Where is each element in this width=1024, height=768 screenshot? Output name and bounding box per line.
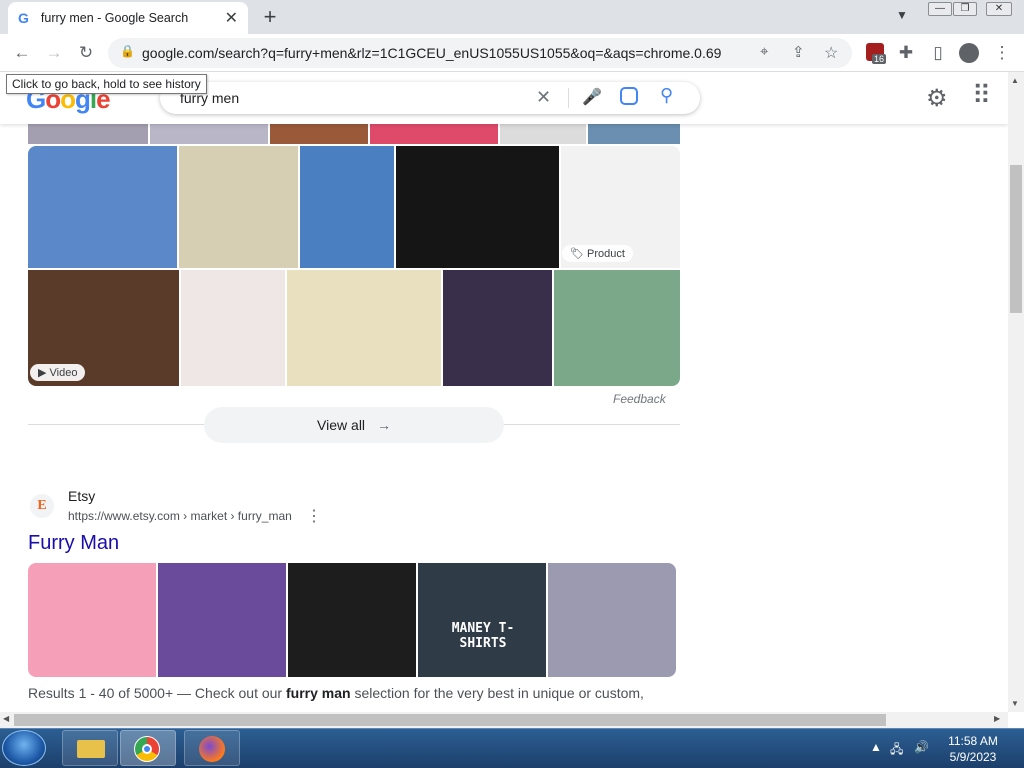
search-icon[interactable]: ⚲ — [660, 85, 673, 106]
image-result-tile[interactable] — [554, 270, 680, 386]
view-all-label: View all — [317, 417, 366, 433]
apps-grid-icon[interactable]: ⠿ — [972, 82, 991, 108]
image-caption-badge: 🏷 Product — [562, 245, 633, 262]
google-favicon-icon: G — [18, 10, 29, 26]
extensions-puzzle-icon[interactable]: ✚ — [894, 41, 918, 65]
back-tooltip: Click to go back, hold to see history — [6, 74, 207, 94]
scroll-right-arrow-icon[interactable]: ▶ — [994, 714, 1000, 723]
image-result-tile[interactable] — [270, 124, 368, 144]
image-result-tile[interactable] — [370, 124, 498, 144]
tag-icon: 🏷 — [570, 248, 588, 260]
result-image-tile[interactable] — [28, 563, 156, 677]
reload-icon[interactable]: ↻ — [74, 41, 98, 65]
chrome-icon — [134, 736, 160, 762]
file-explorer-taskbar-icon[interactable] — [62, 730, 118, 766]
minimize-button[interactable]: — — [928, 2, 952, 16]
arrow-right-icon: → — [376, 417, 391, 433]
horizontal-scroll-thumb[interactable] — [14, 714, 886, 726]
image-result-tile[interactable] — [150, 124, 268, 144]
feedback-link[interactable]: Feedback — [613, 392, 666, 406]
new-tab-button[interactable]: + — [258, 4, 282, 30]
tab-strip: G furry men - Google Search ✕ + ▼ — ❐ ✕ — [0, 0, 1024, 34]
divider — [568, 88, 569, 108]
firefox-icon — [199, 736, 225, 762]
voice-search-icon[interactable]: 🎤 — [582, 87, 602, 107]
page-content: Google furry men ✕ 🎤 ⚲ ⚙ ⠿ 🏷 Product ▶ Vi… — [0, 72, 1008, 712]
result-site-url[interactable]: https://www.etsy.com › market › furry_ma… — [68, 509, 292, 523]
image-result-tile[interactable] — [300, 146, 394, 268]
scroll-up-arrow-icon[interactable]: ▲ — [1011, 76, 1019, 85]
image-result-tile[interactable] — [287, 270, 441, 386]
settings-gear-icon[interactable]: ⚙ — [926, 84, 948, 113]
network-icon[interactable]: 🖧 — [890, 740, 903, 761]
snippet-prefix: Results 1 - 40 of 5000+ — Check out our — [28, 685, 286, 701]
caption-label: Product — [587, 248, 625, 260]
extension-badge: 16 — [872, 54, 887, 64]
vertical-scroll-thumb[interactable] — [1010, 165, 1022, 313]
tshirt-image-text: MANEY T-SHIRTS — [451, 621, 515, 651]
result-menu-icon[interactable]: ⋮ — [306, 506, 322, 526]
image-caption-badge: ▶ Video — [30, 364, 86, 381]
show-hidden-icons-icon[interactable]: ▲ — [870, 740, 882, 754]
firefox-taskbar-icon[interactable] — [184, 730, 240, 766]
image-result-tile[interactable] — [443, 270, 552, 386]
bookmark-star-icon[interactable]: ☆ — [824, 43, 838, 63]
close-window-button[interactable]: ✕ — [986, 2, 1012, 16]
address-bar[interactable]: 🔒 google.com/search?q=furry+men&rlz=1C1G… — [108, 38, 852, 68]
result-title-link[interactable]: Furry Man — [28, 532, 119, 555]
image-result-tile[interactable] — [28, 146, 177, 268]
image-result-tile[interactable] — [500, 124, 586, 144]
result-snippet: Results 1 - 40 of 5000+ — Check out our … — [28, 685, 688, 701]
result-image-tile[interactable] — [288, 563, 416, 677]
image-result-tile[interactable] — [179, 146, 298, 268]
location-icon[interactable]: ⌖ — [760, 43, 768, 60]
result-image-tile[interactable] — [158, 563, 286, 677]
back-arrow-icon[interactable]: ← — [10, 41, 34, 65]
image-result-tile[interactable] — [28, 124, 148, 144]
caption-label: Video — [49, 367, 78, 379]
snippet-suffix: selection for the very best in unique or… — [350, 685, 644, 701]
url-text[interactable]: google.com/search?q=furry+men&rlz=1C1GCE… — [142, 45, 722, 61]
clock-date: 5/9/2023 — [949, 750, 997, 764]
share-icon[interactable]: ⇪ — [792, 43, 805, 61]
scroll-left-arrow-icon[interactable]: ◀ — [3, 714, 9, 723]
play-icon: ▶ — [38, 367, 50, 379]
scroll-down-arrow-icon[interactable]: ▼ — [1011, 699, 1019, 708]
image-result-tile[interactable] — [588, 124, 680, 144]
restore-button[interactable]: ❐ — [953, 2, 977, 16]
forward-arrow-icon[interactable]: → — [42, 41, 66, 65]
lens-camera-icon[interactable] — [620, 87, 638, 105]
folder-icon — [77, 740, 105, 758]
start-button[interactable] — [2, 730, 46, 766]
clear-search-icon[interactable]: ✕ — [536, 87, 551, 108]
result-image-tile[interactable]: MANEY T-SHIRTS — [418, 563, 546, 677]
lock-icon[interactable]: 🔒 — [120, 44, 135, 58]
close-tab-icon[interactable]: ✕ — [225, 8, 238, 28]
browser-tab[interactable]: G furry men - Google Search ✕ — [8, 2, 248, 34]
snippet-bold: furry man — [285, 685, 351, 701]
tab-title: furry men - Google Search — [40, 11, 189, 25]
chrome-taskbar-icon[interactable] — [120, 730, 176, 766]
etsy-site-icon[interactable]: E — [30, 494, 54, 518]
volume-icon[interactable]: 🔊 — [914, 740, 929, 754]
clock-time: 11:58 AM — [948, 734, 998, 748]
result-image-tile[interactable] — [548, 563, 676, 677]
image-result-tile[interactable] — [396, 146, 559, 268]
taskbar-clock[interactable]: 11:58 AM 5/9/2023 — [940, 733, 1006, 765]
side-panel-icon[interactable]: ▯ — [926, 41, 950, 65]
menu-kebab-icon[interactable]: ⋮ — [990, 41, 1014, 65]
browser-toolbar: ← → ↻ 🔒 google.com/search?q=furry+men&rl… — [0, 34, 1024, 72]
view-all-button[interactable]: View all → — [204, 407, 504, 443]
result-site-name[interactable]: Etsy — [68, 488, 95, 504]
image-result-tile[interactable] — [181, 270, 285, 386]
tab-search-icon[interactable]: ▼ — [896, 8, 908, 22]
profile-avatar[interactable] — [959, 43, 979, 63]
search-box[interactable]: furry men ✕ 🎤 ⚲ — [160, 82, 700, 114]
